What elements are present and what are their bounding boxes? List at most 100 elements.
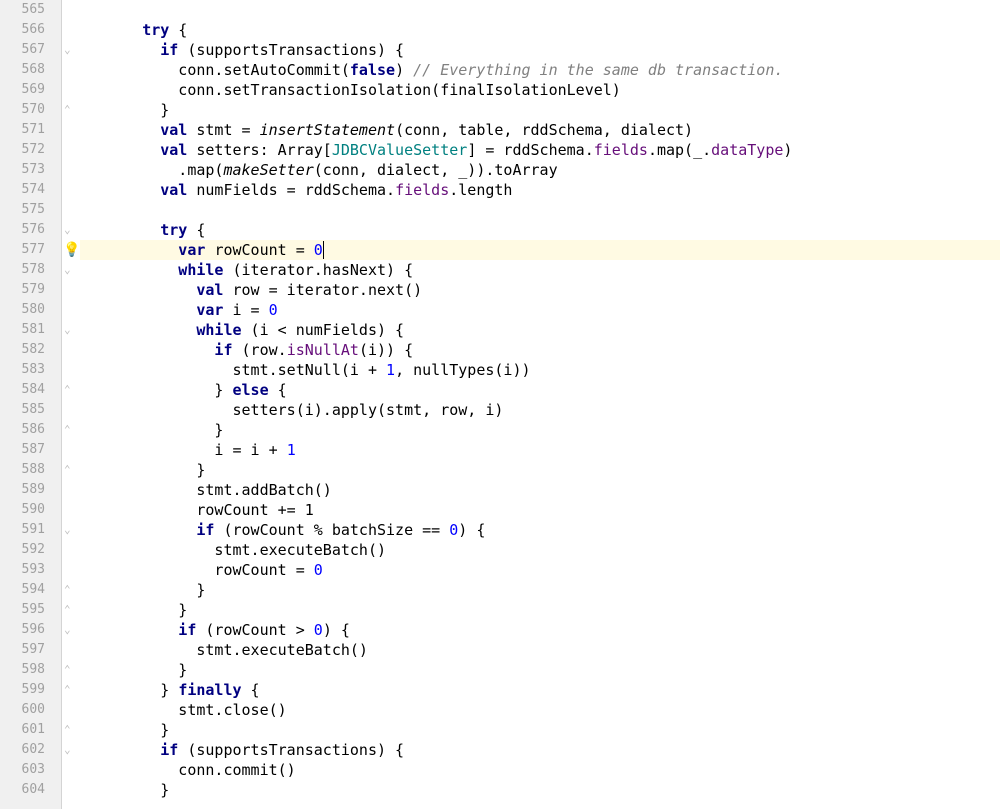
fold-gutter: ⌄⌃⌄💡⌄⌄⌃⌃⌃⌄⌃⌃⌄⌃⌃⌃⌄ [62,0,80,809]
line-number: 604 [0,780,61,800]
fold-open-icon[interactable]: ⌄ [64,520,71,540]
line-number: 580 [0,300,61,320]
code-line[interactable]: val numFields = rddSchema.fields.length [88,180,1000,200]
code-line[interactable]: try { [88,220,1000,240]
line-number: 592 [0,540,61,560]
line-number: 569 [0,80,61,100]
line-number: 586 [0,420,61,440]
fold-open-icon[interactable]: ⌃ [64,680,71,700]
code-line[interactable]: } [88,660,1000,680]
line-number: 597 [0,640,61,660]
line-number: 565 [0,0,61,20]
line-number: 588 [0,460,61,480]
line-number: 590 [0,500,61,520]
fold-close-icon[interactable]: ⌃ [64,660,71,680]
code-line[interactable]: } [88,460,1000,480]
line-number: 584 [0,380,61,400]
fold-open-icon[interactable]: ⌄ [64,260,71,280]
fold-close-icon[interactable]: ⌃ [64,600,71,620]
line-number: 594 [0,580,61,600]
line-number: 578 [0,260,61,280]
line-number: 582 [0,340,61,360]
line-number: 602 [0,740,61,760]
code-line[interactable]: if (supportsTransactions) { [88,740,1000,760]
fold-open-icon[interactable]: ⌄ [64,220,71,240]
line-number-gutter: 5655665675685695705715725735745755765775… [0,0,62,809]
code-line[interactable]: } [88,600,1000,620]
code-line[interactable] [88,0,1000,20]
fold-open-icon[interactable]: ⌃ [64,380,71,400]
line-number: 566 [0,20,61,40]
fold-close-icon[interactable]: ⌃ [64,580,71,600]
line-number: 585 [0,400,61,420]
line-number: 571 [0,120,61,140]
code-line[interactable] [88,200,1000,220]
line-number: 601 [0,720,61,740]
line-number: 577 [0,240,61,260]
fold-close-icon[interactable]: ⌃ [64,100,71,120]
fold-open-icon[interactable]: ⌄ [64,320,71,340]
line-number: 579 [0,280,61,300]
code-line[interactable]: } [88,420,1000,440]
code-line[interactable]: } [88,100,1000,120]
code-line[interactable]: stmt.addBatch() [88,480,1000,500]
line-number: 593 [0,560,61,580]
line-number: 574 [0,180,61,200]
line-number: 576 [0,220,61,240]
line-number: 596 [0,620,61,640]
line-number: 587 [0,440,61,460]
text-caret [323,241,324,259]
code-line[interactable]: setters(i).apply(stmt, row, i) [88,400,1000,420]
code-line[interactable]: var rowCount = 0 [80,240,1000,260]
line-number: 567 [0,40,61,60]
fold-close-icon[interactable]: ⌃ [64,720,71,740]
code-line[interactable]: } [88,580,1000,600]
line-number: 591 [0,520,61,540]
code-area[interactable]: try { if (supportsTransactions) { conn.s… [80,0,1000,809]
code-line[interactable]: stmt.executeBatch() [88,640,1000,660]
fold-close-icon[interactable]: ⌃ [64,420,71,440]
code-line[interactable]: conn.setTransactionIsolation(finalIsolat… [88,80,1000,100]
code-line[interactable]: stmt.executeBatch() [88,540,1000,560]
code-line[interactable]: val stmt = insertStatement(conn, table, … [88,120,1000,140]
fold-open-icon[interactable]: ⌄ [64,620,71,640]
line-number: 603 [0,760,61,780]
code-line[interactable]: if (rowCount > 0) { [88,620,1000,640]
line-number: 595 [0,600,61,620]
code-line[interactable]: } [88,720,1000,740]
code-line[interactable]: } finally { [88,680,1000,700]
code-line[interactable]: } [88,780,1000,800]
fold-open-icon[interactable]: ⌄ [64,740,71,760]
code-line[interactable]: while (i < numFields) { [88,320,1000,340]
code-line[interactable]: if (row.isNullAt(i)) { [88,340,1000,360]
code-line[interactable]: conn.setAutoCommit(false) // Everything … [88,60,1000,80]
code-line[interactable]: while (iterator.hasNext) { [88,260,1000,280]
code-editor: 5655665675685695705715725735745755765775… [0,0,1000,809]
code-line[interactable]: conn.commit() [88,760,1000,780]
code-line[interactable]: val setters: Array[JDBCValueSetter] = rd… [88,140,1000,160]
line-number: 570 [0,100,61,120]
code-line[interactable]: val row = iterator.next() [88,280,1000,300]
line-number: 598 [0,660,61,680]
code-line[interactable]: rowCount = 0 [88,560,1000,580]
code-line[interactable]: try { [88,20,1000,40]
code-line[interactable]: .map(makeSetter(conn, dialect, _)).toArr… [88,160,1000,180]
fold-open-icon[interactable]: ⌄ [64,40,71,60]
fold-close-icon[interactable]: ⌃ [64,460,71,480]
line-number: 583 [0,360,61,380]
line-number: 575 [0,200,61,220]
line-number: 572 [0,140,61,160]
code-line[interactable]: if (supportsTransactions) { [88,40,1000,60]
code-line[interactable]: } else { [88,380,1000,400]
line-number: 581 [0,320,61,340]
code-line[interactable]: stmt.close() [88,700,1000,720]
line-number: 589 [0,480,61,500]
line-number: 600 [0,700,61,720]
code-line[interactable]: if (rowCount % batchSize == 0) { [88,520,1000,540]
intention-bulb-icon[interactable]: 💡 [63,240,80,260]
line-number: 568 [0,60,61,80]
code-line[interactable]: i = i + 1 [88,440,1000,460]
code-line[interactable]: rowCount += 1 [88,500,1000,520]
code-line[interactable]: stmt.setNull(i + 1, nullTypes(i)) [88,360,1000,380]
code-line[interactable]: var i = 0 [88,300,1000,320]
